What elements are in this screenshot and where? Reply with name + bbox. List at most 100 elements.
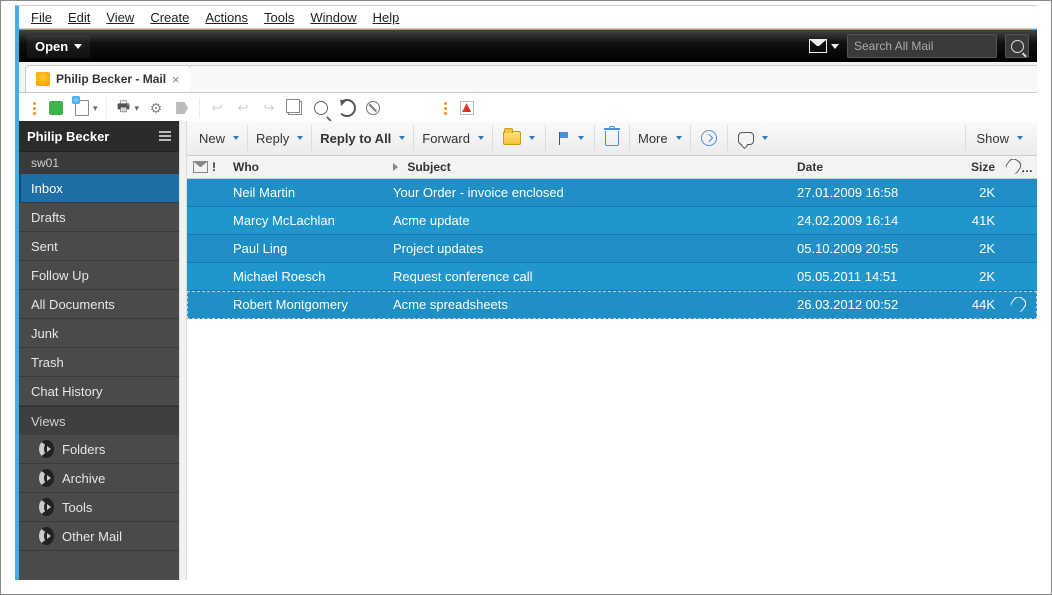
col-who[interactable]: Who — [227, 160, 387, 174]
more-button[interactable]: More — [630, 125, 691, 151]
chevron-down-icon — [233, 136, 239, 140]
reply-button[interactable]: Reply — [248, 125, 312, 151]
sidebar-item-label: Tools — [62, 500, 92, 515]
pdf-button[interactable] — [458, 99, 476, 117]
settings-button[interactable]: ⚙ — [147, 99, 165, 117]
message-subject: Project updates — [387, 241, 791, 256]
sidebar-item-sent[interactable]: Sent — [19, 232, 179, 261]
message-row[interactable]: Paul Ling Project updates 05.10.2009 20:… — [187, 235, 1037, 263]
stop-button[interactable] — [364, 99, 382, 117]
sidebar-tree-tools[interactable]: Tools — [19, 493, 179, 522]
col-date[interactable]: Date — [791, 160, 941, 174]
message-sender: Michael Roesch — [227, 269, 387, 284]
sidebar-item-junk[interactable]: Junk — [19, 319, 179, 348]
search-input[interactable] — [852, 38, 1011, 54]
expand-icon — [39, 527, 54, 545]
move-to-folder-button[interactable] — [493, 125, 546, 151]
sidebar-tree-folders[interactable]: Folders — [19, 435, 179, 464]
sidebar-item-inbox[interactable]: Inbox — [19, 174, 179, 203]
compose-button[interactable] — [47, 99, 65, 117]
menu-actions[interactable]: Actions — [199, 8, 254, 27]
new-document-button[interactable] — [73, 99, 91, 117]
close-tab-button[interactable]: × — [172, 72, 180, 87]
chat-button[interactable] — [728, 125, 778, 151]
copy-icon — [288, 101, 302, 115]
sidebar-item-label: Folders — [62, 442, 105, 457]
button-label: Forward — [422, 131, 470, 146]
vertical-splitter[interactable] — [179, 121, 187, 580]
chevron-down-icon — [676, 136, 682, 140]
tabstrip: Philip Becker - Mail × — [19, 62, 1037, 93]
forward-icon: ↪ — [264, 100, 275, 116]
envelope-icon — [809, 39, 827, 53]
sidebar-item-label: Inbox — [31, 181, 63, 196]
message-row[interactable]: Robert Montgomery Acme spreadsheets 26.0… — [187, 291, 1037, 319]
app-window: File Edit View Create Actions Tools Wind… — [0, 0, 1052, 595]
icon-toolbar: ▾ 🖶 ▾ ⚙ ↩ ↩ ↪ — [19, 93, 1037, 124]
sidebar-item-chathistory[interactable]: Chat History — [19, 377, 179, 406]
priority-icon: ! — [212, 160, 216, 174]
menu-file[interactable]: File — [25, 8, 58, 27]
menu-help[interactable]: Help — [367, 8, 406, 27]
menu-tools[interactable]: Tools — [258, 8, 300, 27]
message-row[interactable]: Michael Roesch Request conference call 0… — [187, 263, 1037, 291]
col-size[interactable]: Size — [941, 160, 1001, 174]
sidebar-item-trash[interactable]: Trash — [19, 348, 179, 377]
refresh-button[interactable] — [338, 99, 356, 117]
col-attachment[interactable] — [1001, 159, 1037, 175]
menu-create[interactable]: Create — [144, 8, 195, 27]
copy-button[interactable] — [286, 99, 304, 117]
message-subject: Acme update — [387, 213, 791, 228]
forward-button-disabled: ↪ — [260, 99, 278, 117]
message-row[interactable]: Neil Martin Your Order - invoice enclose… — [187, 179, 1037, 207]
mail-area: New Reply Reply to All Forward — [187, 121, 1037, 580]
reply-all-button-disabled: ↩ — [234, 99, 252, 117]
message-size: 2K — [941, 185, 1001, 200]
menu-window[interactable]: Window — [304, 8, 362, 27]
chevron-down-icon — [1017, 136, 1023, 140]
chevron-down-icon[interactable]: ▾ — [135, 103, 140, 114]
chevron-down-icon — [762, 136, 768, 140]
new-document-icon — [75, 100, 89, 116]
sidebar-tree-archive[interactable]: Archive — [19, 464, 179, 493]
delete-button[interactable] — [595, 125, 630, 151]
forward-button[interactable]: Forward — [414, 125, 493, 151]
message-row[interactable]: Marcy McLachlan Acme update 24.02.2009 1… — [187, 207, 1037, 235]
message-date: 27.01.2009 16:58 — [791, 185, 941, 200]
flag-button[interactable] — [546, 125, 595, 151]
sidebar-item-followup[interactable]: Follow Up — [19, 261, 179, 290]
message-date: 05.10.2009 20:55 — [791, 241, 941, 256]
button-label: Reply — [256, 131, 289, 146]
sync-button[interactable] — [691, 125, 728, 151]
find-button[interactable] — [312, 99, 330, 117]
search-button[interactable] — [1005, 34, 1029, 58]
sidebar-header: Philip Becker — [19, 121, 179, 152]
menu-view[interactable]: View — [100, 8, 140, 27]
sidebar-menu-button[interactable] — [159, 131, 171, 141]
sidebar-item-alldocuments[interactable]: All Documents — [19, 290, 179, 319]
gear-icon: ⚙ — [150, 100, 163, 117]
message-size: 41K — [941, 213, 1001, 228]
mail-dropdown-button[interactable] — [809, 39, 839, 53]
message-list: Neil Martin Your Order - invoice enclose… — [187, 179, 1037, 580]
print-button[interactable]: 🖶 — [115, 99, 133, 117]
drag-handle-icon[interactable] — [33, 102, 37, 115]
new-button[interactable]: New — [191, 125, 248, 151]
col-subject[interactable]: Subject — [387, 160, 791, 174]
open-menu-button[interactable]: Open — [27, 35, 90, 58]
print-icon: 🖶 — [117, 96, 130, 120]
sidebar-item-drafts[interactable]: Drafts — [19, 203, 179, 232]
trash-icon — [605, 131, 619, 146]
chevron-down-icon[interactable]: ▾ — [93, 103, 98, 114]
show-button[interactable]: Show — [965, 125, 1033, 151]
sidebar-tree-othermail[interactable]: Other Mail — [19, 522, 179, 551]
reply-all-button[interactable]: Reply to All — [312, 125, 414, 151]
sidebar-section-views[interactable]: Views — [19, 406, 179, 435]
col-status[interactable]: ! — [187, 160, 227, 174]
drag-handle-icon[interactable] — [444, 102, 448, 115]
sidebar-item-label: Trash — [31, 355, 64, 370]
menu-edit[interactable]: Edit — [62, 8, 96, 27]
search-icon — [1011, 40, 1024, 53]
tab-mailbox[interactable]: Philip Becker - Mail × — [25, 65, 191, 92]
tag-button[interactable] — [173, 99, 191, 117]
